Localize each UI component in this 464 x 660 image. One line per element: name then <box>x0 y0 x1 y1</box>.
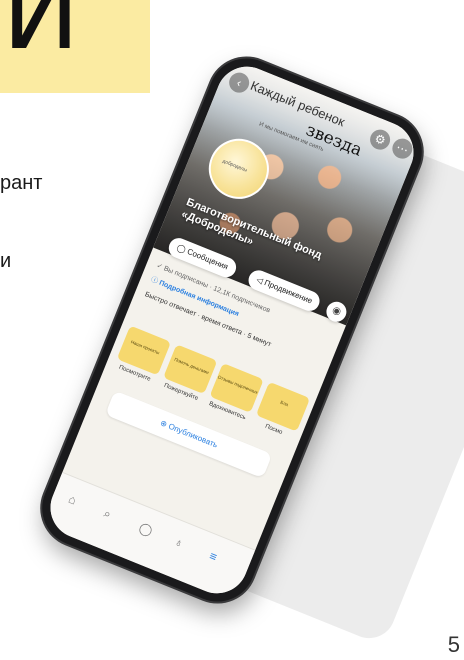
bottom-nav: ⌂ ⌕ ◯ ♁ ≡ <box>41 471 256 603</box>
chat-icon[interactable]: ◯ <box>137 520 155 538</box>
publish-button-label: Опубликовать <box>167 421 220 450</box>
tile-label: Помочь деньгами <box>173 356 210 376</box>
tile-label: Отзывы подопечных <box>217 374 259 396</box>
slide-heading-letter: И <box>2 0 80 73</box>
avatar-label: доброделы <box>221 158 248 174</box>
slide-side-text-2: и <box>0 250 12 272</box>
home-icon[interactable]: ⌂ <box>66 492 78 508</box>
tile-label: Бла <box>279 399 289 408</box>
tile-label: Наши проекты <box>130 339 161 356</box>
presentation-slide: И рант и ‹ Каждый ребенок звезда И мы по… <box>0 0 464 660</box>
slide-side-text-1: рант <box>0 172 43 194</box>
page-number: 5 <box>447 632 460 657</box>
search-icon[interactable]: ⌕ <box>101 506 113 522</box>
yellow-accent-block: И <box>0 0 150 93</box>
menu-icon[interactable]: ≡ <box>207 549 219 565</box>
notifications-icon[interactable]: ♁ <box>172 534 186 550</box>
info-icon: ⓘ <box>149 276 159 286</box>
